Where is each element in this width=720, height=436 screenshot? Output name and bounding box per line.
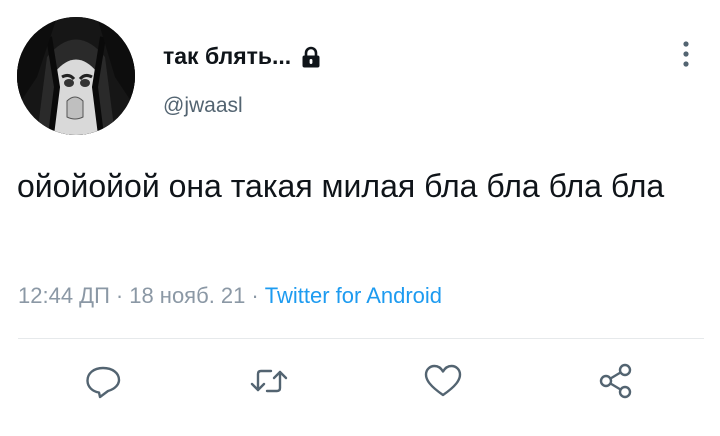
retweet-button[interactable] [247,361,291,401]
like-button[interactable] [421,361,465,401]
display-name-text: так блять... [163,43,292,69]
reply-icon [86,366,121,399]
lock-icon [301,45,321,68]
more-vertical-icon [683,41,689,67]
avatar-image [17,17,135,135]
tweet-time[interactable]: 12:44 ДП [18,283,110,308]
more-options-button[interactable] [676,38,696,72]
avatar[interactable] [17,17,135,135]
tweet-date[interactable]: 18 нояб. 21 [129,283,245,308]
share-button[interactable] [594,361,638,401]
tweet-meta: 12:44 ДП · 18 нояб. 21 · Twitter for Android [18,281,442,311]
tweet-source-link[interactable]: Twitter for Android [265,283,442,308]
tweet-text: ойойойой она такая милая бла бла бла бла [17,168,665,204]
display-name[interactable]: так блять... [163,41,321,71]
divider [18,338,704,339]
retweet-icon [250,369,288,393]
tweet: так блять... @jwaasl ойойойой она такая … [0,0,720,436]
heart-icon [424,364,462,397]
meta-separator: · [115,283,124,308]
reply-button[interactable] [81,361,125,401]
share-icon [599,363,632,399]
meta-separator: · [251,283,259,308]
user-handle[interactable]: @jwaasl [163,93,243,119]
